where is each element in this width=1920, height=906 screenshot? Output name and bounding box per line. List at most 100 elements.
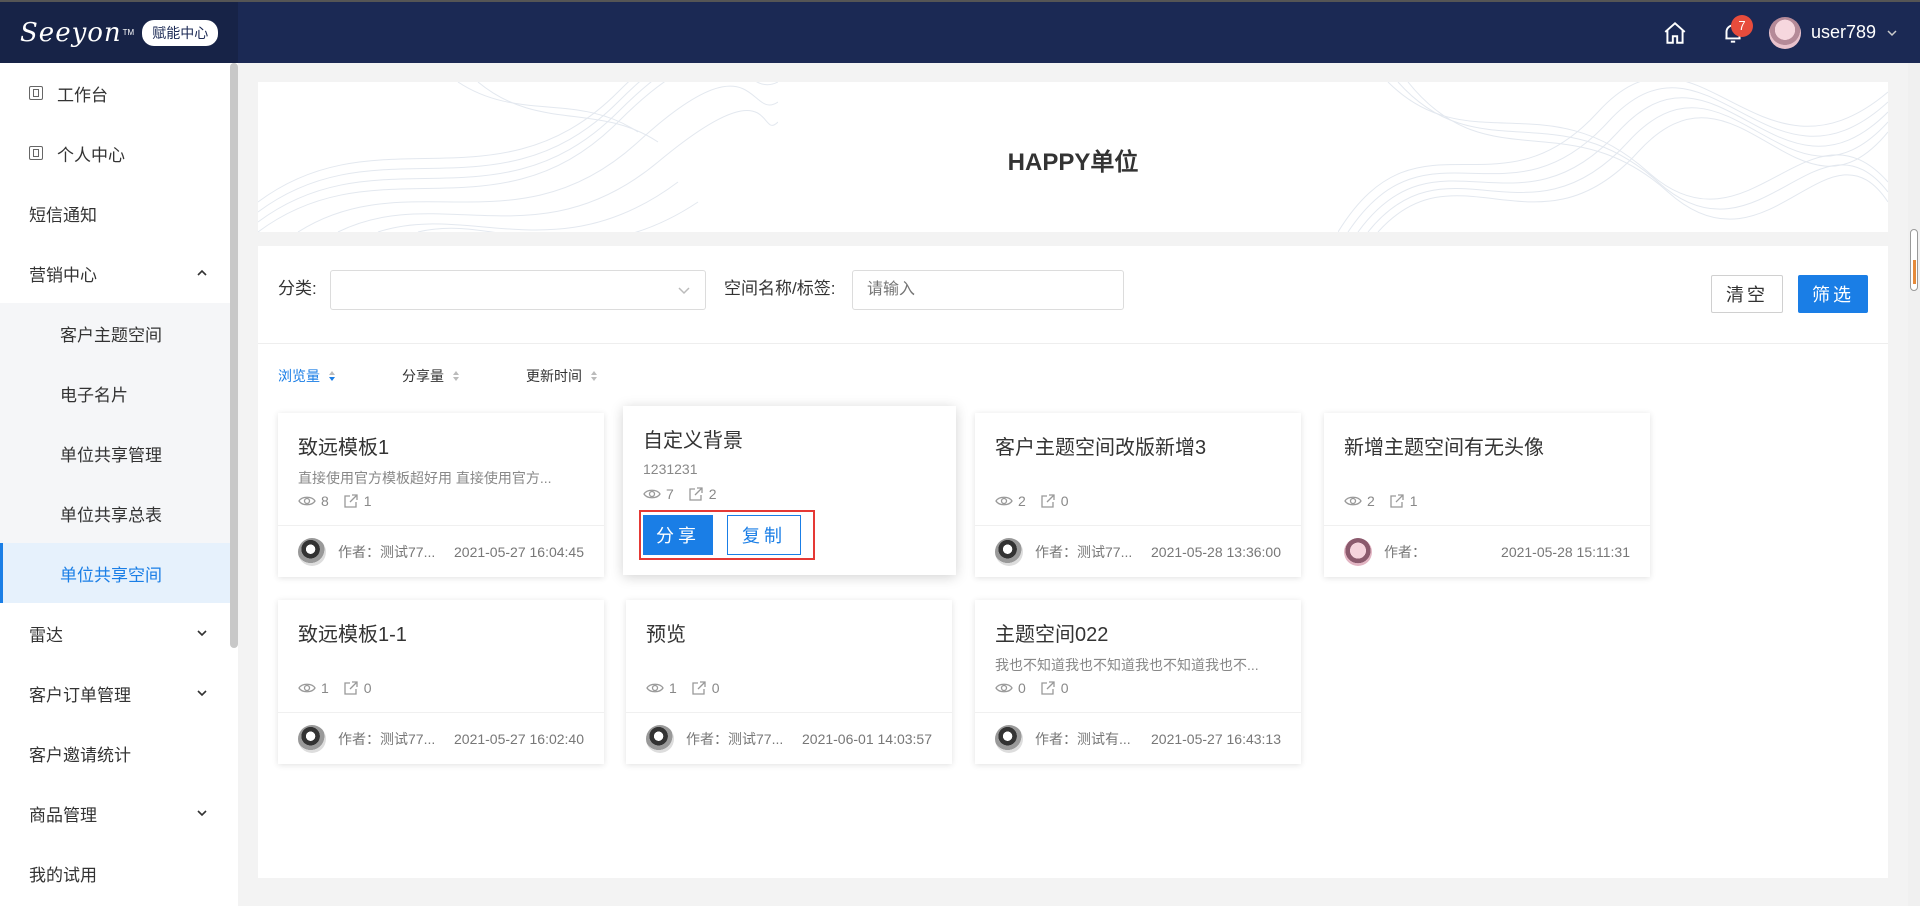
card-stats: 1 0	[646, 680, 932, 696]
sidebar-item-unit-share-summary[interactable]: 单位共享总表	[0, 483, 238, 543]
sidebar-item-sms[interactable]: 短信通知	[0, 183, 238, 243]
eye-icon	[298, 496, 316, 506]
home-button[interactable]	[1653, 11, 1697, 55]
card-stats: 1 0	[298, 680, 584, 696]
card-actions-highlight: 分享 复制	[639, 510, 815, 560]
card-footer: 作者：测试77... 2021-06-01 14:03:57	[626, 712, 952, 764]
space-card[interactable]: 新增主题空间有无头像 2 1 作者： 2021-05-28 15:11:31	[1324, 413, 1650, 577]
sidebar-item-marketing-center[interactable]: 营销中心	[0, 243, 238, 303]
views-count: 7	[666, 486, 674, 502]
space-card[interactable]: 自定义背景 1231231 7 2 分享 复制	[623, 406, 956, 575]
space-name-input[interactable]	[852, 270, 1124, 310]
card-title: 自定义背景	[643, 430, 743, 452]
eye-icon	[298, 683, 316, 693]
share-icon	[344, 494, 358, 508]
eye-icon	[995, 496, 1013, 506]
sidebar-item-label: 我的试用	[29, 865, 97, 885]
seeyon-logo: Seeyon	[20, 17, 122, 48]
share-icon	[1390, 494, 1404, 508]
card-author: 作者：测试77...	[338, 543, 436, 560]
card-stats: 2 1	[1344, 493, 1630, 509]
category-select[interactable]	[330, 270, 706, 310]
page-scrollbar[interactable]	[1908, 63, 1920, 906]
space-card[interactable]: 主题空间022 我也不知道我也不知道我也不知道我也不... 0 0 作者：测试有…	[975, 600, 1301, 764]
sidebar-item-label: 雷达	[29, 625, 63, 645]
sidebar-item-customer-space[interactable]: 客户主题空间	[0, 303, 238, 363]
card-description	[298, 655, 584, 672]
card-author: 作者：测试77...	[1035, 543, 1133, 560]
sidebar-item-unit-share-manage[interactable]: 单位共享管理	[0, 423, 238, 483]
sidebar-item-product-manage[interactable]: 商品管理	[0, 783, 238, 843]
logo-area[interactable]: Seeyon TM 赋能中心	[0, 2, 238, 63]
space-card[interactable]: 预览 1 0 作者：测试77... 2021-06-01 14:03:57	[626, 600, 952, 764]
author-avatar	[1344, 537, 1372, 566]
sort-by-views[interactable]: 浏览量	[278, 366, 336, 386]
banner: HAPPY单位	[258, 82, 1888, 232]
shares-count: 0	[711, 680, 720, 696]
sidebar-nav: 工作台 个人中心 短信通知 营销中心 客户主题空间 电子名片 单位共享管理 单位…	[0, 63, 238, 906]
filter-button[interactable]: 筛选	[1798, 275, 1868, 313]
sidebar-item-my-trial[interactable]: 我的试用	[0, 843, 238, 903]
sidebar-item-personal-center[interactable]: 个人中心	[0, 123, 238, 183]
card-stats: 8 1	[298, 493, 584, 509]
sidebar-scrollbar[interactable]	[230, 63, 238, 648]
share-button[interactable]: 分享	[643, 515, 713, 555]
chevron-down-icon	[197, 690, 207, 697]
shares-count: 2	[708, 486, 717, 502]
views-stat: 1	[298, 680, 329, 696]
notification-count-badge: 7	[1730, 14, 1753, 37]
card-title: 致远模板1	[298, 437, 390, 459]
username[interactable]: user789	[1811, 22, 1876, 43]
page-scrollbar-thumb[interactable]	[1910, 229, 1918, 291]
shares-stat: 1	[343, 493, 372, 509]
user-avatar[interactable]	[1768, 16, 1801, 49]
logo-trademark: TM	[122, 28, 135, 37]
sort-by-shares[interactable]: 分享量	[402, 366, 460, 386]
sidebar-item-label: 单位共享总表	[60, 505, 162, 525]
chevron-down-icon[interactable]	[1886, 27, 1898, 39]
sidebar-item-radar[interactable]: 雷达	[0, 603, 238, 663]
page-title: HAPPY单位	[1007, 149, 1139, 176]
shares-stat: 0	[691, 680, 720, 696]
views-stat: 7	[643, 486, 674, 502]
sidebar-item-label: 单位共享空间	[60, 565, 162, 585]
card-footer: 作者：测试77... 2021-05-27 16:04:45	[278, 525, 604, 577]
card-description	[995, 468, 1281, 485]
card-author: 作者：测试77...	[338, 730, 436, 747]
author-avatar	[995, 724, 1023, 753]
views-stat: 1	[646, 680, 677, 696]
views-count: 2	[1367, 493, 1375, 509]
shares-count: 0	[363, 680, 372, 696]
card-description	[1344, 468, 1630, 485]
shares-count: 1	[1409, 493, 1418, 509]
author-avatar	[298, 537, 326, 566]
sidebar-item-label: 客户邀请统计	[29, 745, 131, 765]
card-description: 直接使用官方模板超好用 直接使用官方...	[298, 470, 552, 485]
copy-button[interactable]: 复制	[727, 515, 801, 555]
notification-button[interactable]: 7	[1711, 11, 1755, 55]
views-stat: 8	[298, 493, 329, 509]
sidebar-item-unit-share-space[interactable]: 单位共享空间	[0, 543, 238, 603]
space-card[interactable]: 致远模板1 直接使用官方模板超好用 直接使用官方... 8 1 作者：测试77.…	[278, 413, 604, 577]
card-date: 2021-05-27 16:02:40	[454, 730, 584, 747]
eye-icon	[1344, 496, 1362, 506]
sidebar-item-workbench[interactable]: 工作台	[0, 63, 238, 123]
share-icon	[344, 681, 358, 695]
chevron-down-icon	[197, 810, 207, 817]
card-stats: 0 0	[995, 680, 1281, 696]
shares-stat: 0	[1040, 680, 1069, 696]
card-title: 预览	[646, 624, 686, 646]
sidebar-item-customer-orders[interactable]: 客户订单管理	[0, 663, 238, 723]
card-date: 2021-05-28 13:36:00	[1151, 543, 1281, 560]
clear-button[interactable]: 清空	[1711, 275, 1783, 313]
sidebar-item-business-card[interactable]: 电子名片	[0, 363, 238, 423]
space-card[interactable]: 客户主题空间改版新增3 2 0 作者：测试77... 2021-05-28 13…	[975, 413, 1301, 577]
sort-label: 分享量	[402, 368, 444, 384]
card-stats: 2 0	[995, 493, 1281, 509]
share-icon	[689, 487, 703, 501]
sort-by-updated[interactable]: 更新时间	[526, 366, 598, 386]
sidebar-item-label: 单位共享管理	[60, 445, 162, 465]
sidebar-item-invite-stats[interactable]: 客户邀请统计	[0, 723, 238, 783]
sidebar-item-label: 营销中心	[29, 265, 97, 285]
space-card[interactable]: 致远模板1-1 1 0 作者：测试77... 2021-05-27 16:02:…	[278, 600, 604, 764]
